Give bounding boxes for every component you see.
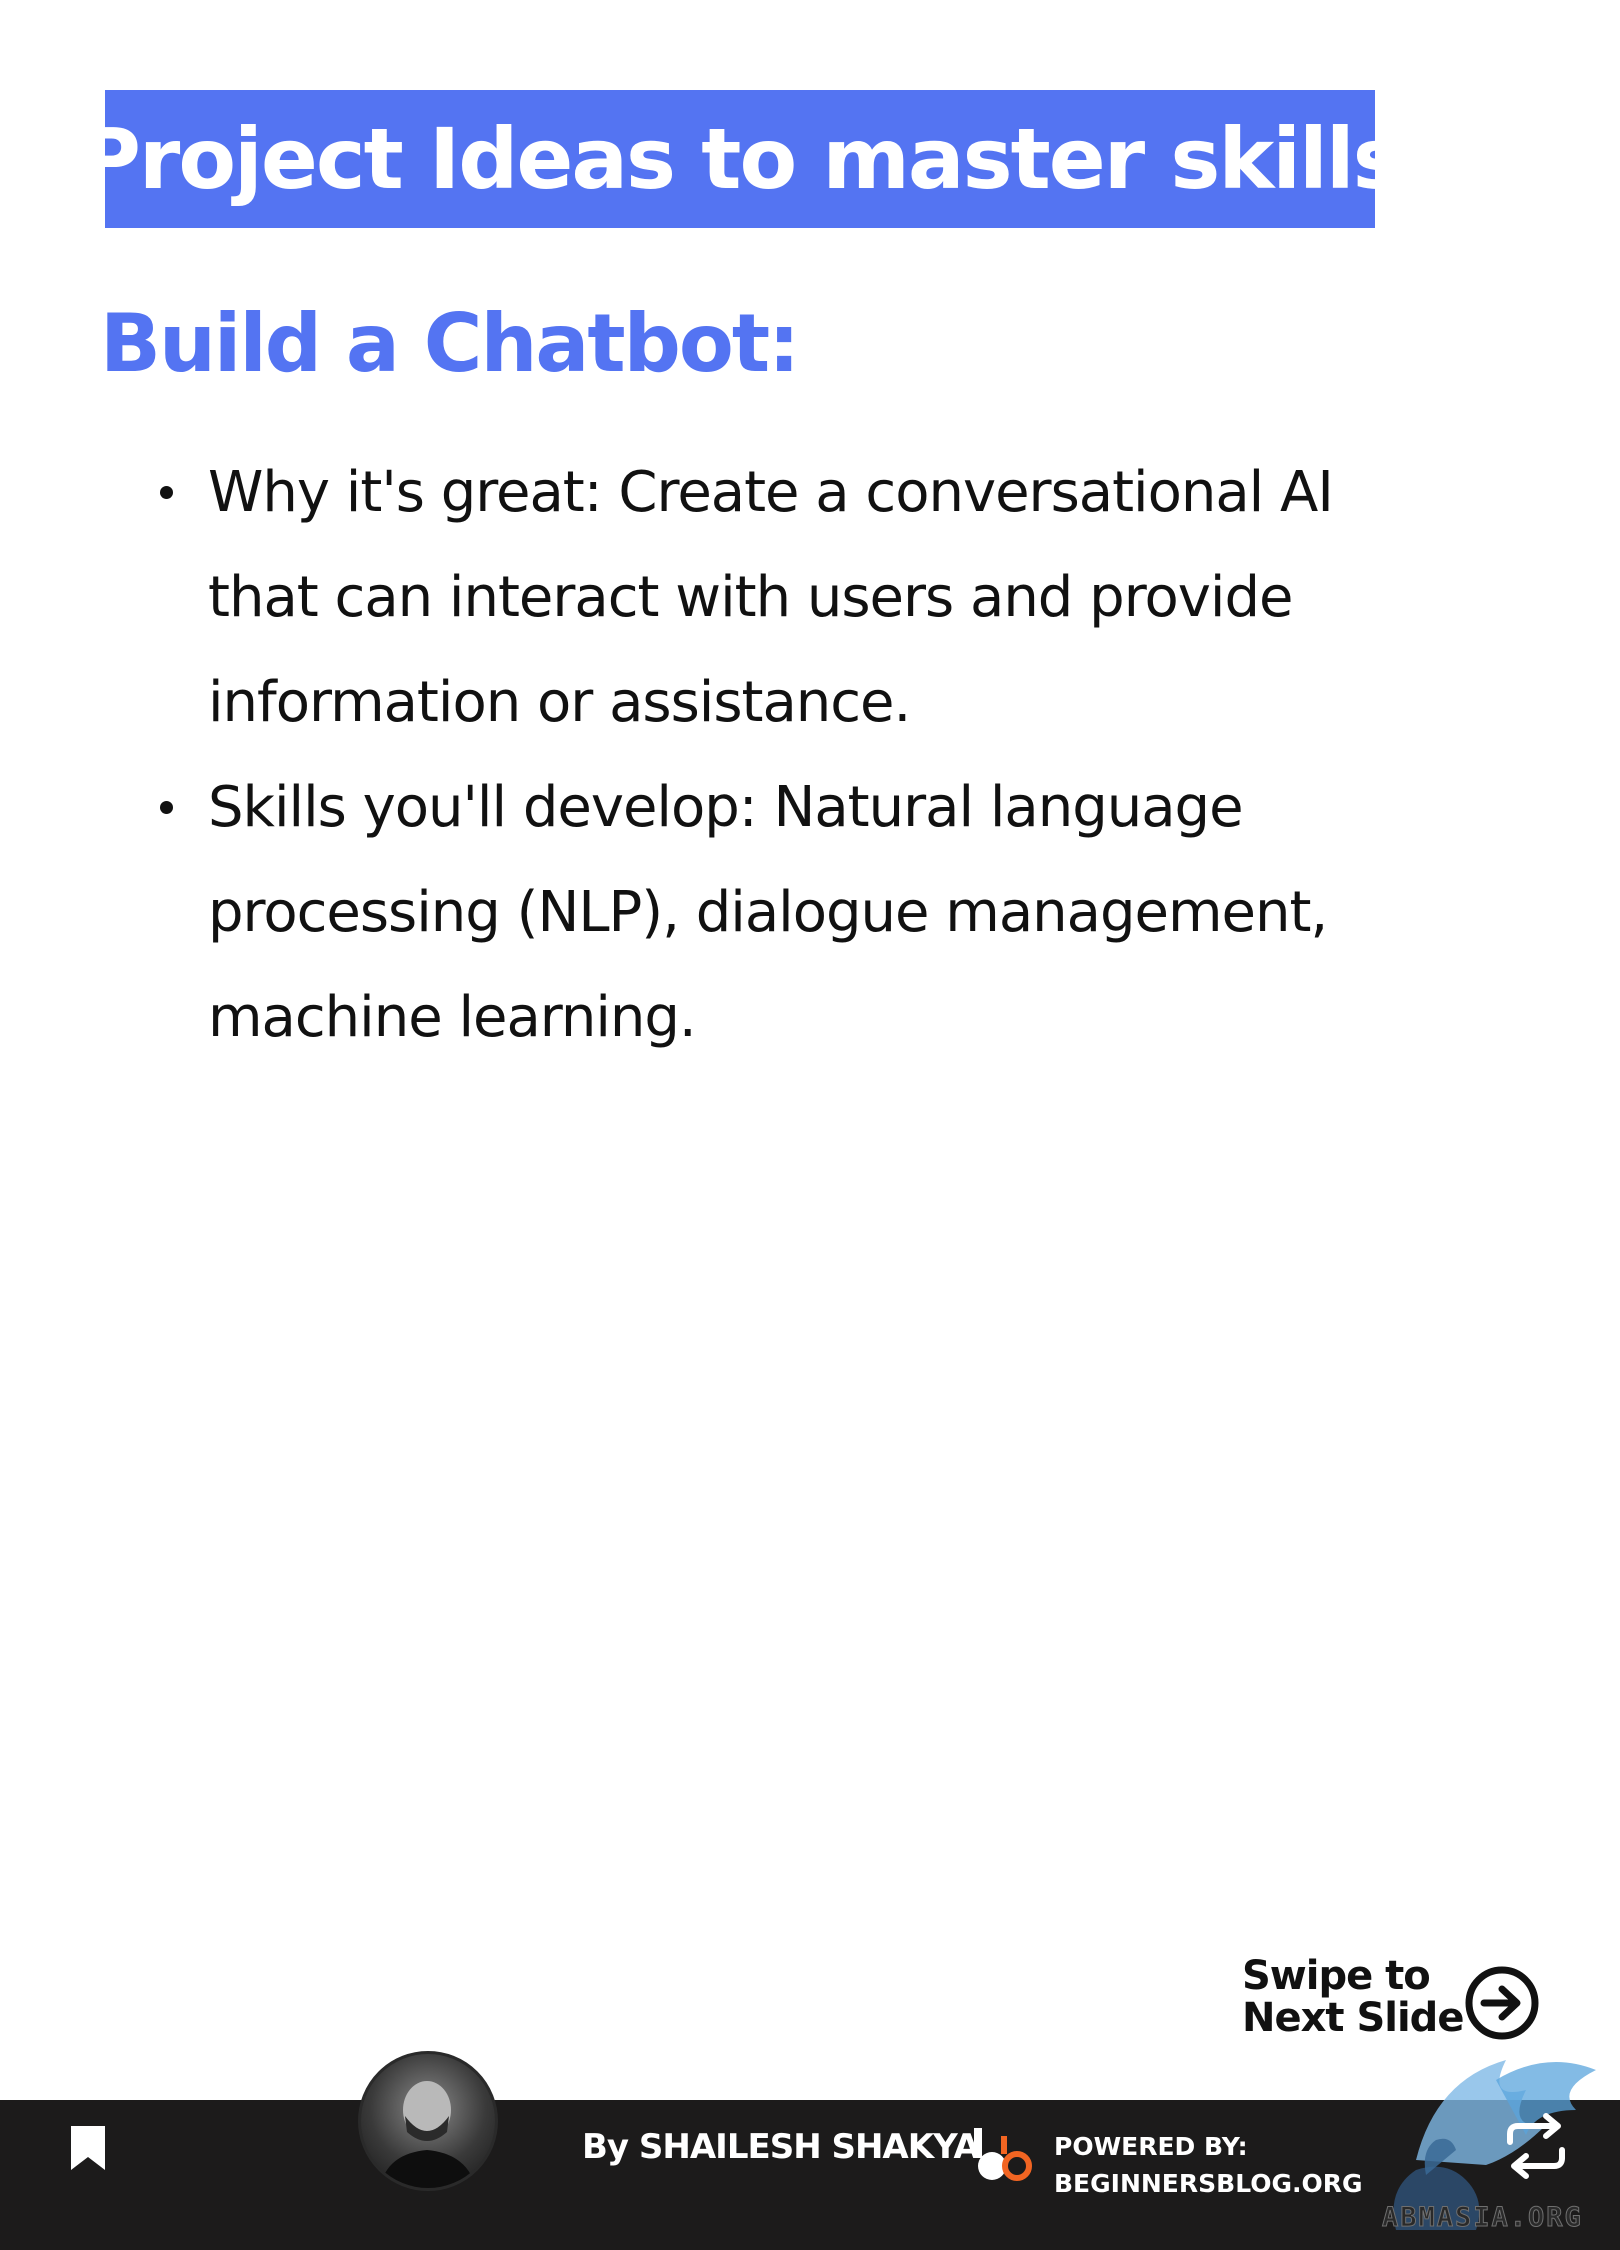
powered-by: POWERED BY: BEGINNERSBLOG.ORG <box>1054 2128 1363 2202</box>
brand-logo <box>974 2128 1032 2181</box>
watermark-text: ABMASIA.ORG <box>1382 2202 1583 2234</box>
avatar <box>358 2051 498 2191</box>
bullet-item-skills: Skills you'll develop: Natural language … <box>160 755 1390 1070</box>
slide-page: Project Ideas to master skills Build a C… <box>0 0 1620 2250</box>
arrow-right-circle-icon[interactable] <box>1464 1965 1540 2041</box>
powered-by-site[interactable]: BEGINNERSBLOG.ORG <box>1054 2169 1363 2198</box>
bullet-item-why-great: Why it's great: Create a conversational … <box>160 440 1390 755</box>
slide-title: Project Ideas to master skills <box>79 110 1402 208</box>
bookmark-icon[interactable] <box>68 2124 108 2172</box>
bullet-line: machine learning. <box>208 985 697 1050</box>
avatar-portrait-icon <box>379 2081 476 2188</box>
bullet-line: Skills you'll develop: Natural language <box>208 775 1244 840</box>
bullet-line: processing (NLP), dialogue management, <box>208 880 1328 945</box>
bullet-line: Why it's great: Create a conversational … <box>208 460 1334 525</box>
bullet-line: information or assistance. <box>208 670 911 735</box>
bullet-dot-icon <box>160 801 173 814</box>
bullet-line: that can interact with users and provide <box>208 565 1293 630</box>
swipe-next-button[interactable]: Swipe to Next Slide <box>1242 1955 1542 2051</box>
author-byline: By SHAILESH SHAKYA <box>582 2127 980 2167</box>
powered-by-label: POWERED BY: <box>1054 2132 1248 2161</box>
section-heading: Build a Chatbot: <box>100 297 800 390</box>
bullet-dot-icon <box>160 486 173 499</box>
swipe-label-line2: Next Slide <box>1242 1995 1464 2041</box>
bullet-list: Why it's great: Create a conversational … <box>160 440 1390 1070</box>
repost-icon[interactable] <box>1500 2110 1572 2182</box>
swipe-label-line1: Swipe to <box>1242 1953 1431 1999</box>
swipe-label: Swipe to Next Slide <box>1242 1953 1464 2041</box>
title-banner: Project Ideas to master skills <box>79 90 1403 228</box>
